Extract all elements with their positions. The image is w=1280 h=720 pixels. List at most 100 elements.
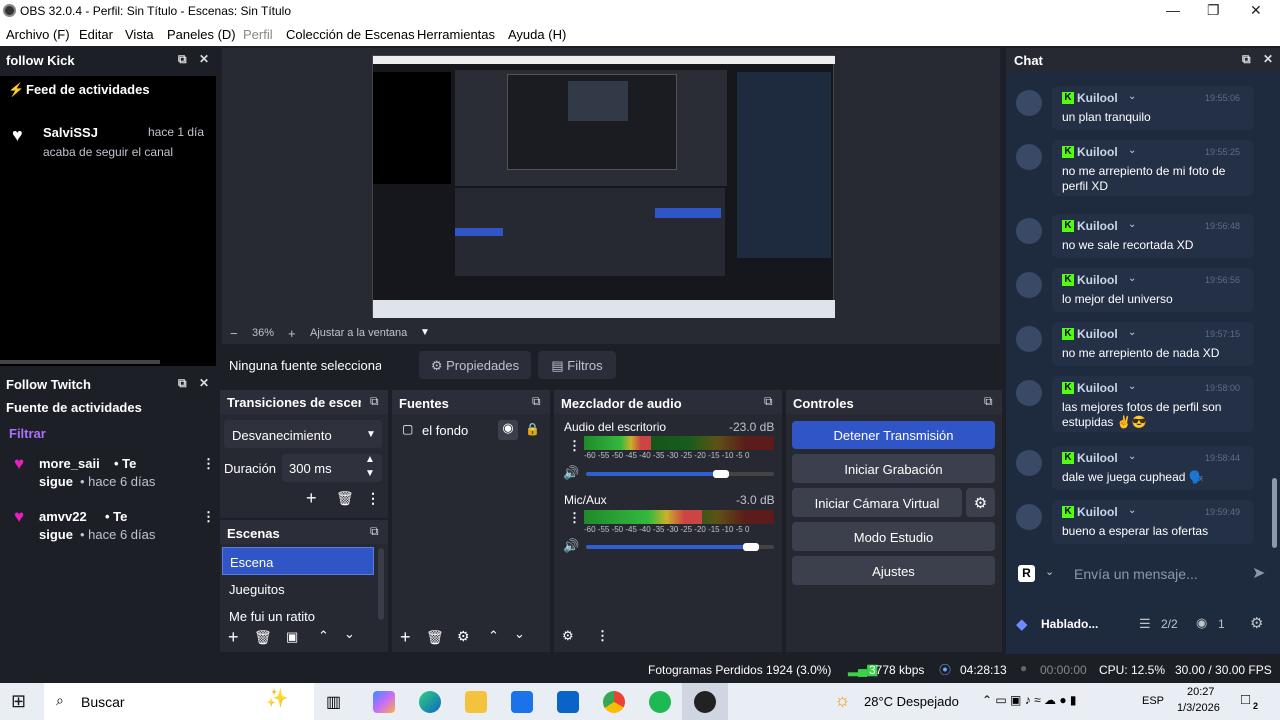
chevron-down-icon[interactable]: ▼ — [420, 327, 430, 338]
send-icon[interactable]: ➤ — [1252, 563, 1265, 583]
avatar[interactable] — [1016, 90, 1042, 116]
gear-icon[interactable]: ⚙ — [1250, 614, 1263, 632]
float-icon[interactable]: ⧉ — [370, 524, 379, 539]
scene-item-escena[interactable]: Escena — [222, 547, 374, 575]
chevron-down-icon[interactable]: ⌄ — [1128, 327, 1136, 338]
float-icon[interactable]: ⧉ — [1242, 52, 1251, 67]
float-icon[interactable]: ⧉ — [532, 394, 541, 409]
add-icon[interactable]: + — [306, 488, 317, 509]
scene-item-jueguitos[interactable]: Jueguitos — [229, 582, 285, 597]
menu-herramientas[interactable]: Herramientas — [417, 27, 495, 42]
chevron-down-icon[interactable]: ⌄ — [1128, 145, 1136, 156]
gear-icon[interactable]: ⚙ — [966, 488, 995, 517]
tray-icons[interactable]: ⌃ ▭ ▣ ♪ ≈ ☁ ● ▮ — [982, 693, 1077, 707]
float-icon[interactable]: ⧉ — [984, 394, 993, 409]
chat-username[interactable]: Kuilool — [1077, 219, 1118, 233]
menu-vista[interactable]: Vista — [125, 27, 154, 42]
menu-editar[interactable]: Editar — [79, 27, 113, 42]
chevron-down-icon[interactable]: ⌄ — [1128, 91, 1136, 102]
filter-link[interactable]: Filtrar — [9, 426, 46, 441]
more-vert-icon[interactable]: ⋮ — [202, 509, 215, 525]
chat-username[interactable]: Kuilool — [1077, 91, 1118, 105]
avatar[interactable] — [1016, 380, 1042, 406]
chevron-down-icon[interactable]: ⌄ — [1128, 505, 1136, 516]
clock-time[interactable]: 20:27 — [1187, 686, 1215, 698]
clock-date[interactable]: 1/3/2026 — [1177, 702, 1220, 714]
zoom-in-icon[interactable]: + — [288, 326, 296, 341]
chat-username[interactable]: Kuilool — [1077, 505, 1118, 519]
language[interactable]: ESP — [1142, 695, 1164, 707]
more-vert-icon[interactable]: ⋮ — [596, 628, 609, 644]
virtual-camera-button[interactable]: Iniciar Cámara Virtual — [792, 488, 962, 517]
chevron-down-icon[interactable]: ⌄ — [344, 626, 355, 642]
start-recording-button[interactable]: Iniciar Grabación — [792, 454, 995, 483]
close-icon[interactable]: ✕ — [199, 52, 209, 66]
more-vert-icon[interactable]: ⋮ — [568, 438, 581, 454]
trash-icon[interactable]: 🗑 — [254, 629, 272, 646]
menu-archivo[interactable]: Archivo (F) — [6, 27, 70, 42]
avatar[interactable] — [1016, 504, 1042, 530]
avatar[interactable] — [1016, 326, 1042, 352]
chevron-down-icon[interactable]: ⌄ — [1128, 381, 1136, 392]
chevron-up-icon[interactable]: ⌃ — [488, 628, 499, 644]
eye-icon[interactable]: ◉ — [498, 420, 518, 440]
volume-knob[interactable] — [743, 543, 759, 551]
transition-select[interactable]: Desvanecimiento ▼ — [224, 420, 382, 448]
chrome-icon[interactable] — [603, 691, 625, 713]
chevron-down-icon[interactable]: ⌄ — [1045, 565, 1054, 578]
studio-mode-button[interactable]: Modo Estudio — [792, 522, 995, 551]
close-icon[interactable]: ✕ — [1250, 2, 1262, 19]
lock-icon[interactable]: 🔒 — [525, 422, 540, 436]
properties-button[interactable]: ⚙ Propiedades — [419, 351, 531, 379]
more-vert-icon[interactable]: ⋮ — [568, 510, 581, 526]
avatar[interactable] — [1016, 272, 1042, 298]
chevron-up-icon[interactable]: ▲ — [365, 454, 375, 465]
settings-button[interactable]: Ajustes — [792, 556, 995, 585]
avatar[interactable] — [1016, 144, 1042, 170]
menu-ayuda[interactable]: Ayuda (H) — [508, 27, 566, 42]
speaker-icon[interactable]: 🔊 — [563, 465, 579, 481]
chevron-down-icon[interactable]: ▼ — [365, 468, 375, 479]
chat-username[interactable]: Kuilool — [1077, 145, 1118, 159]
volume-slider[interactable] — [586, 545, 751, 549]
close-icon[interactable]: ✕ — [199, 376, 209, 390]
more-vert-icon[interactable]: ⋮ — [202, 456, 215, 472]
chat-username[interactable]: Kuilool — [1077, 327, 1118, 341]
zoom-fit[interactable]: Ajustar a la ventana — [310, 327, 407, 339]
volume-knob[interactable] — [713, 470, 729, 478]
folder-icon[interactable] — [465, 691, 487, 713]
float-icon[interactable]: ⧉ — [764, 394, 773, 409]
avatar[interactable] — [1016, 450, 1042, 476]
zoom-out-icon[interactable]: − — [230, 326, 238, 341]
weather-text[interactable]: 28°C Despejado — [864, 694, 959, 709]
search-box[interactable]: ⌕ Buscar ✨ — [44, 683, 314, 720]
kick-scrollbar[interactable] — [0, 360, 160, 364]
edge-icon[interactable] — [419, 691, 441, 713]
gear-icon[interactable]: ⚙ — [457, 628, 470, 645]
filters-button[interactable]: ▤ Filtros — [538, 351, 616, 379]
float-icon[interactable]: ⧉ — [178, 52, 187, 67]
add-icon[interactable]: + — [228, 627, 239, 648]
scenes-scrollbar[interactable] — [378, 548, 384, 620]
outlook-icon[interactable] — [557, 691, 579, 713]
menu-perfil[interactable]: Perfil — [243, 27, 273, 42]
chevron-up-icon[interactable]: ⌃ — [318, 628, 329, 644]
scene-item-me-fui[interactable]: Me fui un ratito — [229, 609, 369, 623]
chat-scrollbar[interactable] — [1272, 478, 1277, 548]
chevron-down-icon[interactable]: ⌄ — [1128, 273, 1136, 284]
task-view-icon[interactable]: ▥ — [326, 692, 341, 712]
more-vert-icon[interactable]: ⋮ — [366, 490, 380, 507]
filter-icon[interactable]: ▣ — [286, 629, 298, 645]
chat-input[interactable]: Envía un mensaje... — [1074, 566, 1198, 582]
store-icon[interactable] — [511, 691, 533, 713]
r-logo-icon[interactable]: R — [1018, 565, 1035, 582]
mixer-gear-icon[interactable]: ⚙ — [562, 628, 574, 644]
float-icon[interactable]: ⧉ — [178, 376, 187, 391]
chat-username[interactable]: Kuilool — [1077, 273, 1118, 287]
chevron-down-icon[interactable]: ⌄ — [1128, 219, 1136, 230]
spotify-icon[interactable] — [649, 691, 671, 713]
chat-username[interactable]: Kuilool — [1077, 451, 1118, 465]
chevron-down-icon[interactable]: ⌄ — [514, 626, 525, 642]
chat-username[interactable]: Kuilool — [1077, 381, 1118, 395]
copilot-icon[interactable] — [373, 691, 395, 713]
